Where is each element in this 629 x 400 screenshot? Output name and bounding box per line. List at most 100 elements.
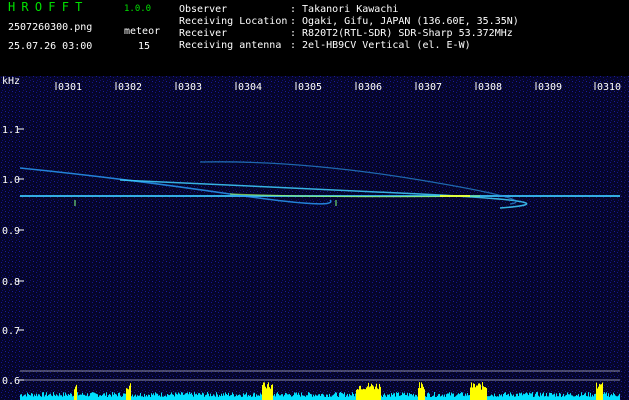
baseline-bar — [125, 393, 126, 400]
baseline-bar — [447, 393, 448, 400]
baseline-bar — [344, 392, 345, 400]
baseline-bar — [416, 395, 417, 400]
baseline-bar — [232, 392, 233, 400]
baseline-bar — [588, 392, 589, 400]
baseline-bar — [618, 395, 619, 400]
baseline-bar — [413, 393, 414, 400]
baseline-bar — [513, 394, 514, 400]
baseline-bar — [566, 394, 567, 400]
baseline-bar — [296, 392, 297, 400]
baseline-bar — [592, 394, 593, 400]
baseline-bar — [153, 393, 154, 400]
baseline-bar — [210, 393, 211, 400]
baseline-bar — [149, 394, 150, 400]
baseline-bar — [523, 393, 524, 400]
baseline-bar — [212, 395, 213, 400]
baseline-bar — [46, 392, 47, 400]
baseline-bar — [388, 394, 389, 400]
time-tick-label: 0310 — [597, 82, 621, 93]
baseline-bar — [370, 386, 371, 400]
meteor-label: meteor — [124, 26, 161, 37]
baseline-bar — [110, 394, 111, 400]
baseline-bar — [392, 394, 393, 400]
observer-value: : Takanori Kawachi — [290, 4, 399, 15]
baseline-bar — [593, 396, 594, 400]
baseline-bar — [233, 394, 234, 400]
baseline-bar — [605, 393, 606, 400]
baseline-bar — [372, 385, 373, 400]
baseline-bar — [231, 394, 232, 400]
baseline-bar — [168, 394, 169, 400]
baseline-bar — [581, 392, 582, 400]
baseline-bar — [323, 394, 324, 400]
time-tick-label: 0309 — [538, 82, 562, 93]
baseline-bar — [409, 393, 410, 400]
baseline-bar — [594, 394, 595, 400]
time-tick-label: 0305 — [298, 82, 322, 93]
baseline-bar — [273, 395, 274, 400]
baseline-bar — [286, 393, 287, 400]
baseline-bar — [248, 394, 249, 400]
baseline-bar — [507, 394, 508, 400]
baseline-bar — [112, 392, 113, 400]
baseline-bar — [22, 396, 23, 400]
baseline-bar — [229, 396, 230, 400]
baseline-bar — [64, 395, 65, 400]
baseline-bar — [44, 396, 45, 400]
baseline-bar — [77, 392, 78, 400]
baseline-bar — [551, 392, 552, 400]
baseline-bar — [548, 396, 549, 400]
baseline-bar — [358, 389, 359, 400]
baseline-bar — [180, 394, 181, 400]
baseline-bar — [542, 393, 543, 400]
baseline-bar — [276, 393, 277, 400]
baseline-bar — [458, 393, 459, 400]
baseline-bar — [75, 386, 76, 400]
baseline-bar — [84, 394, 85, 400]
baseline-bar — [321, 394, 322, 400]
baseline-bar — [407, 393, 408, 400]
baseline-bar — [488, 396, 489, 400]
baseline-bar — [216, 392, 217, 400]
baseline-bar — [519, 393, 520, 400]
baseline-bar — [446, 394, 447, 400]
baseline-bar — [20, 394, 21, 400]
baseline-bar — [267, 384, 268, 400]
baseline-bar — [405, 394, 406, 400]
baseline-bar — [146, 394, 147, 400]
baseline-bar — [223, 393, 224, 400]
baseline-bar — [126, 388, 127, 400]
baseline-bar — [385, 395, 386, 400]
baseline-bar — [213, 394, 214, 400]
baseline-bar — [336, 392, 337, 400]
baseline-bar — [585, 392, 586, 400]
time-tick-label: 0304 — [238, 82, 262, 93]
baseline-bar — [483, 386, 484, 400]
baseline-bar — [614, 394, 615, 400]
baseline-bar — [366, 387, 367, 400]
baseline-bar — [361, 389, 362, 400]
baseline-bar — [254, 392, 255, 400]
baseline-bar — [78, 395, 79, 400]
baseline-bar — [67, 395, 68, 400]
baseline-bar — [240, 395, 241, 400]
baseline-bar — [607, 396, 608, 400]
baseline-bar — [518, 396, 519, 400]
baseline-bar — [528, 395, 529, 400]
baseline-bar — [480, 384, 481, 400]
baseline-bar — [494, 393, 495, 400]
baseline-bar — [389, 394, 390, 400]
baseline-bar — [35, 395, 36, 400]
baseline-bar — [291, 396, 292, 400]
baseline-bar — [362, 389, 363, 400]
baseline-bar — [203, 393, 204, 400]
baseline-bar — [525, 393, 526, 400]
baseline-bar — [114, 392, 115, 400]
baseline-bar — [612, 395, 613, 400]
baseline-bar — [396, 392, 397, 400]
baseline-bar — [491, 394, 492, 400]
baseline-bar — [343, 394, 344, 400]
baseline-bar — [403, 393, 404, 400]
baseline-bar — [118, 393, 119, 400]
baseline-bar — [482, 382, 483, 400]
